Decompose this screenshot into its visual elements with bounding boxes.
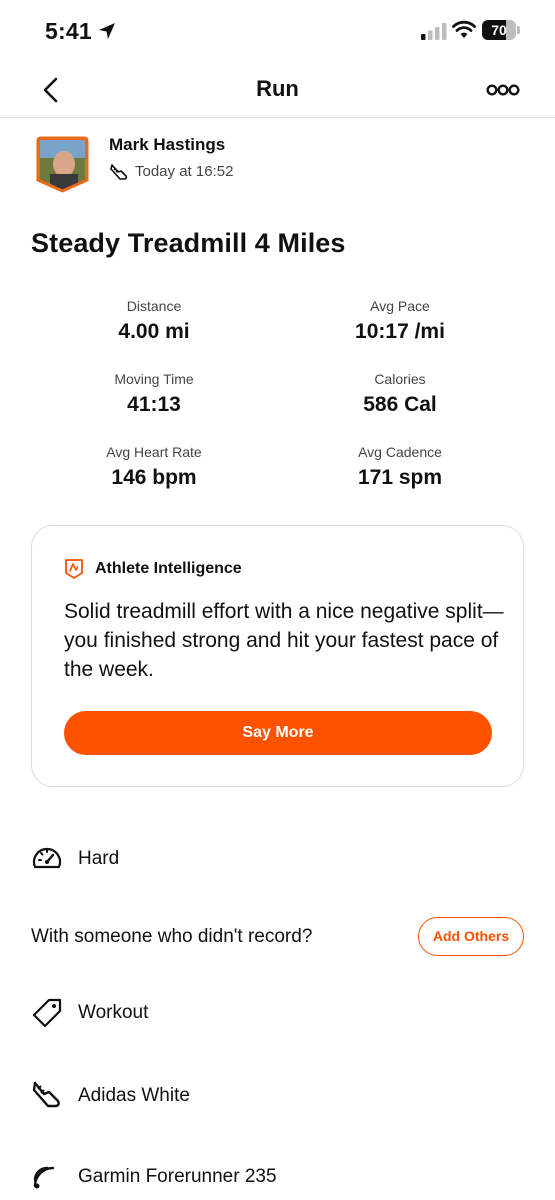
stat-label: Calories <box>374 371 426 387</box>
stat-value: 146 bpm <box>111 466 197 489</box>
stat-avg-pace: Avg Pace 10:17 /mi <box>280 298 520 344</box>
more-options-icon[interactable] <box>486 80 520 100</box>
cellular-signal-icon <box>421 23 447 40</box>
status-time: 5:41 <box>45 18 92 44</box>
ai-summary-text: Solid treadmill effort with a nice negat… <box>64 600 504 681</box>
stat-label: Moving Time <box>114 371 194 387</box>
activity-title: Steady Treadmill 4 Miles <box>31 228 346 258</box>
speedometer-icon <box>32 847 62 869</box>
gear-shoes-label[interactable]: Adidas White <box>78 1085 190 1107</box>
stat-label: Avg Heart Rate <box>106 444 202 460</box>
nav-bar: Run <box>0 62 555 118</box>
with-others-prompt: With someone who didn't record? <box>31 926 313 947</box>
athlete-intelligence-icon <box>65 559 83 579</box>
stat-value: 4.00 mi <box>118 320 190 343</box>
status-bar: 5:41 70 <box>0 0 555 62</box>
device-label[interactable]: Garmin Forerunner 235 <box>78 1166 277 1188</box>
stat-value: 586 Cal <box>363 393 437 416</box>
say-more-button[interactable]: Say More <box>64 711 492 755</box>
stat-label: Avg Cadence <box>358 444 442 460</box>
activity-timestamp: Today at 16:52 <box>135 163 234 180</box>
battery-indicator: 70 <box>482 20 520 40</box>
device-signal-icon <box>33 1166 55 1189</box>
workout-type-label[interactable]: Workout <box>78 1002 148 1024</box>
athlete-intelligence-card: Athlete Intelligence Solid treadmill eff… <box>31 525 524 787</box>
athlete-name[interactable]: Mark Hastings <box>109 135 225 155</box>
tag-icon <box>32 998 62 1028</box>
stat-value: 41:13 <box>127 393 181 416</box>
stat-calories: Calories 586 Cal <box>280 371 520 417</box>
avatar[interactable] <box>36 136 89 193</box>
wifi-icon <box>452 20 476 38</box>
stat-moving-time: Moving Time 41:13 <box>34 371 274 417</box>
stat-distance: Distance 4.00 mi <box>34 298 274 344</box>
stat-label: Distance <box>126 298 182 314</box>
battery-percent: 70 <box>491 22 507 38</box>
location-arrow-icon <box>99 23 115 39</box>
stat-avg-cadence: Avg Cadence 171 spm <box>280 444 520 490</box>
ai-card-title: Athlete Intelligence <box>95 560 242 577</box>
shoe-icon <box>110 164 128 180</box>
add-others-button[interactable]: Add Others <box>418 917 524 956</box>
stat-label: Avg Pace <box>370 298 430 314</box>
stat-value: 171 spm <box>357 466 443 489</box>
shoe-icon <box>32 1081 60 1108</box>
perceived-effort-label[interactable]: Hard <box>78 848 119 870</box>
stat-value: 10:17 /mi <box>355 320 445 343</box>
page-title: Run <box>256 76 299 101</box>
stat-avg-heart-rate: Avg Heart Rate 146 bpm <box>34 444 274 490</box>
